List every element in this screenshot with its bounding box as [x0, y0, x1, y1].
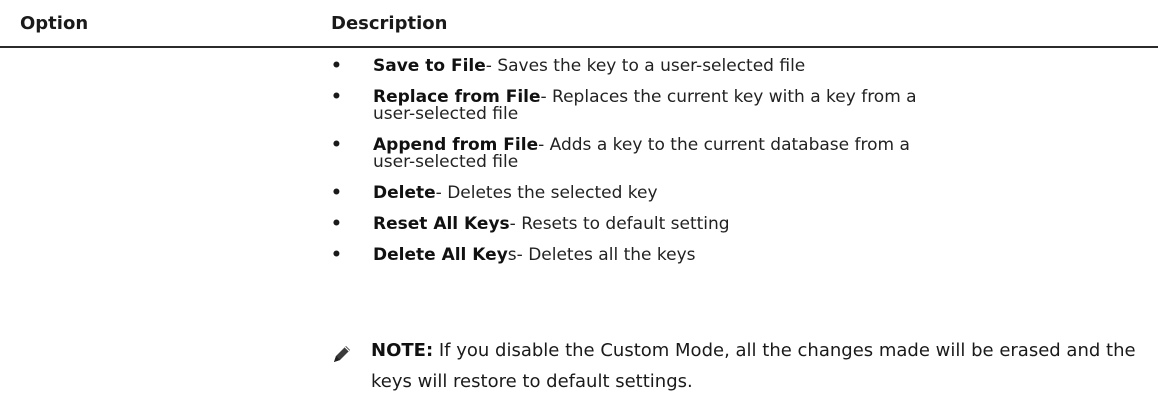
list-item: • Save to File- Saves the key to a user-… [331, 58, 1151, 75]
list-item: • Replace from File- Replaces the curren… [331, 89, 933, 123]
description-list: • Save to File- Saves the key to a user-… [331, 58, 1151, 278]
list-item: • Append from File- Adds a key to the cu… [331, 137, 933, 171]
bullet-icon: • [331, 183, 342, 203]
item-description: s- Deletes all the keys [507, 245, 696, 265]
note-box: NOTE: If you disable the Custom Mode, al… [331, 335, 1151, 397]
item-description: - Saves the key to a user-selected file [485, 56, 806, 76]
item-term: Delete [373, 183, 436, 203]
item-term: Reset All Keys [373, 214, 510, 234]
item-term: Delete All Key [373, 245, 508, 265]
item-description: - Deletes the selected key [435, 183, 658, 203]
list-item: • Reset All Keys- Resets to default sett… [331, 216, 1151, 233]
bullet-icon: • [331, 56, 342, 76]
note-text: NOTE: If you disable the Custom Mode, al… [371, 335, 1151, 397]
bullet-icon: • [331, 245, 342, 265]
bullet-icon: • [331, 87, 342, 107]
header-option: Option [20, 13, 89, 34]
item-description: - Resets to default setting [509, 214, 730, 234]
item-term: Save to File [373, 56, 486, 76]
pencil-icon [334, 346, 350, 362]
bullet-icon: • [331, 214, 342, 234]
note-body: If you disable the Custom Mode, all the … [371, 340, 1136, 392]
list-item: • Delete All Keys- Deletes all the keys [331, 247, 1151, 264]
header-description: Description [331, 13, 448, 34]
note-label: NOTE: [371, 340, 434, 361]
list-item: • Delete- Deletes the selected key [331, 185, 1151, 202]
bullet-icon: • [331, 135, 342, 155]
table-header: Option Description [0, 0, 1158, 48]
